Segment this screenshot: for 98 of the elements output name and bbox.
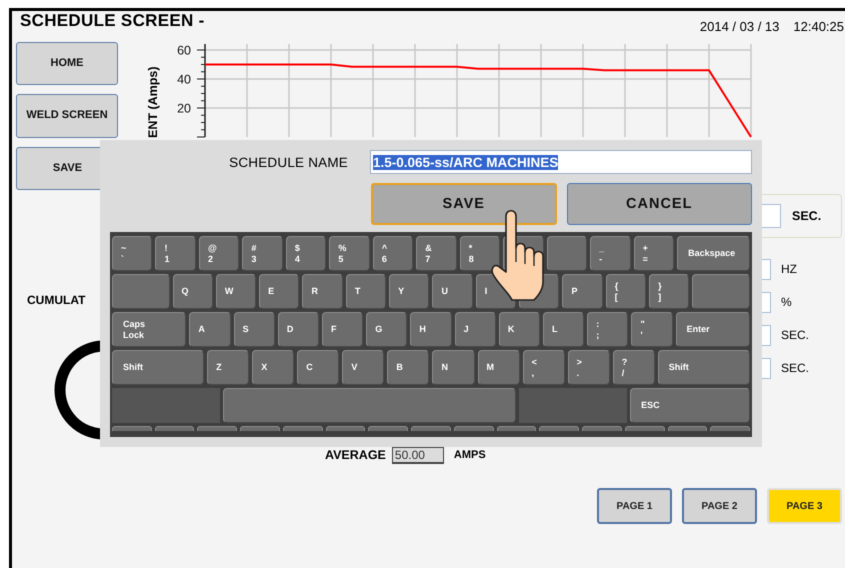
keyboard-key[interactable]: " ': [631, 312, 673, 347]
keyboard-key[interactable]: F: [322, 312, 364, 347]
keyboard-key[interactable]: [222, 388, 516, 423]
average-label: AVERAGE: [325, 448, 386, 462]
keyboard-key[interactable]: J: [454, 312, 496, 347]
keyboard-key[interactable]: T: [346, 274, 386, 309]
dialog-button[interactable]: CANCEL: [566, 183, 752, 225]
keyboard-key[interactable]: Z: [207, 350, 250, 385]
keyboard-key[interactable]: % 5: [329, 236, 370, 271]
keyboard-key[interactable]: * 8: [460, 236, 500, 271]
keyboard-key[interactable]: Enter: [676, 312, 750, 347]
keyboard-key: [112, 426, 152, 431]
keyboard-key: [710, 426, 750, 431]
keyboard-key[interactable]: $ 4: [286, 236, 326, 271]
keyboard-key[interactable]: E: [259, 274, 300, 309]
keyboard-key[interactable]: ! 1: [155, 236, 196, 271]
tick-label: 60: [177, 44, 191, 58]
screen-title: SCHEDULE SCREEN -: [19, 11, 205, 32]
keyboard-key[interactable]: Shift: [112, 350, 204, 385]
page-button[interactable]: PAGE 2: [682, 488, 757, 524]
keyboard-key[interactable]: Shift: [658, 350, 750, 385]
unit-label: HZ: [781, 262, 797, 276]
keyboard-key[interactable]: M: [478, 350, 520, 385]
keyboard-key[interactable]: D: [278, 312, 320, 347]
keyboard-key[interactable]: P: [562, 274, 603, 309]
unit-label: SEC.: [781, 328, 810, 342]
keyboard-key[interactable]: [112, 274, 170, 309]
keyboard-key[interactable]: { [: [606, 274, 646, 309]
nav-button[interactable]: HOME: [16, 42, 118, 86]
keyboard-key: [539, 426, 580, 431]
keyboard-key[interactable]: V: [342, 350, 384, 385]
keyboard-key[interactable]: Q: [172, 274, 213, 309]
dialog-button[interactable]: SAVE: [371, 183, 556, 225]
average-field: 50.00: [392, 446, 444, 464]
keyboard-key[interactable]: < ,: [522, 350, 565, 385]
input-field[interactable]: [762, 358, 771, 378]
page-button[interactable]: PAGE 3: [767, 488, 842, 524]
keyboard-key[interactable]: ^ 6: [372, 236, 414, 271]
keyboard-key[interactable]: Backspace: [677, 236, 750, 271]
keyboard-key[interactable]: [692, 274, 750, 309]
keyboard-key[interactable]: > .: [568, 350, 610, 385]
name-input[interactable]: 1.5-0.065-ss/ARC MACHINES: [370, 150, 752, 174]
keyboard-key[interactable]: ESC: [630, 388, 750, 423]
keyboard-key[interactable]: C: [297, 350, 340, 385]
keyboard-key[interactable]: S: [234, 312, 275, 347]
keyboard-key: [582, 426, 622, 431]
keyboard-key[interactable]: G: [366, 312, 408, 347]
axis-title: ENT (Amps): [146, 65, 160, 138]
unit-label: AMPS: [454, 449, 486, 461]
keyboard-key[interactable]: ? /: [612, 350, 655, 385]
keyboard-key[interactable]: _ -: [590, 236, 631, 271]
unit-label: SEC.: [781, 361, 810, 375]
keyboard-key[interactable]: Caps Lock: [112, 312, 186, 347]
keyboard-key[interactable]: + =: [634, 236, 674, 271]
tick-label: 20: [177, 102, 191, 116]
keyboard-key: [282, 426, 323, 431]
keyboard-key: [368, 426, 408, 431]
keyboard-key[interactable]: B: [387, 350, 430, 385]
keyboard-key[interactable]: R: [302, 274, 343, 309]
input-field[interactable]: [762, 204, 781, 228]
keyboard-key[interactable]: N: [432, 350, 475, 385]
time-text: 12:40:25: [793, 19, 844, 36]
keyboard-key[interactable]: H: [410, 312, 452, 347]
keyboard-key[interactable]: [546, 236, 588, 271]
date-text: 2014 / 03 / 13: [700, 19, 780, 36]
keyboard-key: [454, 426, 494, 431]
nav-button[interactable]: SAVE: [16, 146, 100, 190]
input-field[interactable]: [762, 324, 771, 346]
keyboard-key: [326, 426, 366, 431]
field-label: SCHEDULE NAME: [228, 154, 349, 170]
keyboard-key: [154, 426, 194, 431]
keyboard-key[interactable]: @ 2: [198, 236, 240, 271]
nav-button[interactable]: WELD SCREEN: [16, 94, 118, 138]
keyboard-key[interactable]: U: [432, 274, 473, 309]
keyboard-key: [496, 426, 536, 431]
unit-label: %: [781, 295, 792, 309]
page-button[interactable]: PAGE 1: [597, 488, 672, 524]
keyboard-key[interactable]: Y: [389, 274, 430, 309]
keyboard-key: [197, 426, 238, 431]
keyboard-key[interactable]: A: [189, 312, 231, 347]
keyboard-key[interactable]: W: [216, 274, 256, 309]
keyboard-key[interactable]: ~ `: [112, 236, 152, 271]
keyboard-key[interactable]: X: [252, 350, 294, 385]
input-field[interactable]: [762, 258, 771, 280]
keyboard-key: [624, 426, 665, 431]
keyboard-key: [411, 426, 451, 431]
keyboard-key: [240, 426, 280, 431]
keyboard-key[interactable]: } ]: [649, 274, 690, 309]
keyboard-key[interactable]: L: [543, 312, 584, 347]
keyboard-key[interactable]: & 7: [416, 236, 457, 271]
tick-label: 40: [177, 72, 191, 86]
keyboard-key[interactable]: K: [498, 312, 540, 347]
input-field[interactable]: [762, 292, 771, 312]
keyboard-key[interactable]: : ;: [587, 312, 628, 347]
keyboard-key[interactable]: # 3: [242, 236, 283, 271]
unit-label: SEC.: [792, 209, 822, 223]
keyboard-key: [668, 426, 708, 431]
cumulative-label: CUMULAT: [26, 293, 86, 307]
